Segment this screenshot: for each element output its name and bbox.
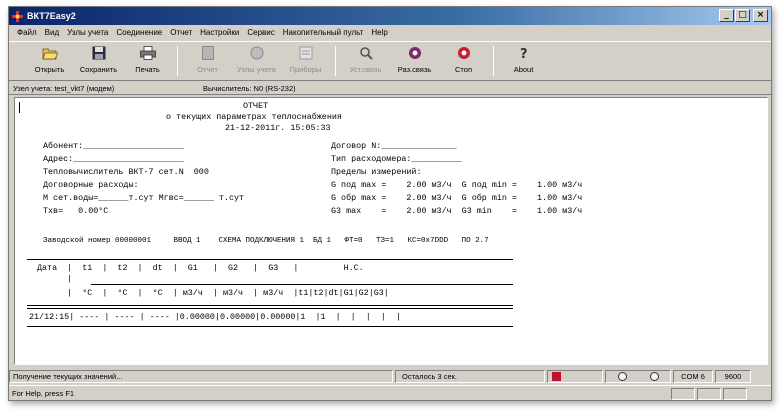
disconnect-button[interactable]: Раз.связь — [390, 42, 439, 74]
indicator-cell — [697, 387, 721, 400]
help-bar: For Help, press F1 — [9, 385, 771, 400]
menu-settings[interactable]: Настройки — [196, 28, 243, 37]
flowmeter-type-field: Тип расходомера:__________ — [331, 154, 462, 164]
menu-connection[interactable]: Соединение — [112, 28, 166, 37]
limits-heading: Пределы измерений: — [331, 167, 422, 177]
table-bottom-rule — [27, 326, 513, 327]
table-header-row: Дата | t1 | t2 | dt | G1 | G2 | G3 | Н.С… — [37, 263, 364, 273]
subscriber-field: Абонент:____________________ — [43, 141, 184, 151]
help-text: For Help, press F1 — [12, 389, 75, 398]
menu-service[interactable]: Сервис — [243, 28, 278, 37]
toolbar-separator — [335, 46, 336, 76]
folder-open-icon — [41, 45, 58, 61]
address-field: Адрес:______________________ — [43, 154, 184, 164]
error-indicator-icon — [552, 371, 561, 381]
g3-limits: G3 max = 2.00 м3/ч G3 min = 1.00 м3/ч — [331, 206, 583, 216]
devices-label: Приборы — [289, 65, 322, 74]
indicator-cell — [671, 387, 695, 400]
toolbar: Открыть Сохранить Печать Отчет Узлы учет… — [9, 41, 771, 81]
magnifier-icon — [358, 45, 374, 61]
cold-water-temp: Tхв= 0.00°C — [43, 206, 109, 216]
report-button[interactable]: Отчет — [183, 42, 232, 74]
connect-label: Уст.связь — [349, 65, 382, 74]
status-leds — [605, 369, 671, 383]
table-mid-rule — [91, 284, 513, 285]
status-message: Получение текущих значений... — [9, 369, 393, 383]
remaining-time: Осталось 3 сек. — [395, 369, 545, 383]
menu-help[interactable]: Help — [367, 28, 391, 37]
info-bar: Узел учета: test_vkt7 (модем) Вычислител… — [9, 82, 771, 95]
report-subtitle: о текущих параметрах теплоснабжения — [166, 112, 342, 122]
table-row: 21/12:15| ---- | ---- | ---- |0.00000|0.… — [29, 312, 401, 322]
contract-flows-heading: Договорные расходы: — [43, 180, 139, 190]
com-port: COM 6 — [673, 369, 713, 383]
close-button[interactable]: × — [753, 9, 768, 22]
table-header-bottom-rule-2 — [27, 308, 513, 309]
maximize-button[interactable]: □ — [735, 9, 750, 22]
rx-led-icon — [617, 371, 627, 381]
table-units-row: | °C | °C | °C | м3/ч | м3/ч | м3/ч |t1|… — [37, 288, 389, 298]
indicator-cell — [723, 387, 747, 400]
report-view[interactable]: ОТЧЕТ о текущих параметрах теплоснабжени… — [14, 97, 768, 365]
disconnect-label: Раз.связь — [397, 65, 432, 74]
stop-label: Стоп — [455, 65, 472, 74]
status-bar: Получение текущих значений... Осталось 3… — [9, 368, 771, 384]
status-indicator-panel — [547, 369, 603, 383]
menu-nodes[interactable]: Узлы учета — [63, 28, 112, 37]
menu-file[interactable]: Файл — [13, 28, 41, 37]
toolbar-separator — [177, 46, 178, 76]
nodes-label: Узлы учета — [237, 65, 276, 74]
devices-button[interactable]: Приборы — [281, 42, 330, 74]
title-bar: ВКТ7Easy2 _ □ × — [9, 7, 771, 25]
print-button[interactable]: Печать — [123, 42, 172, 74]
table-header-bottom-rule — [27, 305, 513, 306]
floppy-disk-icon — [91, 45, 107, 61]
contract-field: Договор N:_______________ — [331, 141, 457, 151]
report-title: ОТЧЕТ — [243, 101, 269, 111]
tx-led-icon — [649, 371, 659, 381]
print-label: Печать — [135, 65, 160, 74]
help-question-icon: ? — [516, 45, 532, 61]
menu-view[interactable]: Вид — [41, 28, 63, 37]
stop-icon — [456, 45, 472, 61]
table-header-spacer: | — [37, 274, 73, 284]
minimize-button[interactable]: _ — [719, 9, 734, 22]
node-info: Узел учета: test_vkt7 (модем) — [13, 83, 115, 93]
open-button[interactable]: Открыть — [25, 42, 74, 74]
device-info-line: Заводской номер 00000001 ВВОД 1 СХЕМА ПО… — [43, 237, 489, 245]
menu-accumulator[interactable]: Накопительный пульт — [279, 28, 368, 37]
text-cursor — [19, 102, 20, 113]
calculator-line: Тепловычислитель ВКТ-7 сет.N 000 — [43, 167, 209, 177]
window-title: ВКТ7Easy2 — [27, 11, 76, 21]
about-label: About — [513, 65, 534, 74]
baud-rate: 9600 — [715, 369, 751, 383]
table-top-rule — [27, 259, 513, 260]
calculator-info: Вычислитель: N0 (RS-232) — [203, 83, 296, 93]
report-label: Отчет — [197, 65, 218, 74]
devices-icon — [298, 45, 314, 61]
menu-bar: Файл Вид Узлы учета Соединение Отчет Нас… — [9, 25, 771, 40]
toolbar-separator — [493, 46, 494, 76]
nodes-button[interactable]: Узлы учета — [232, 42, 281, 74]
nodes-icon — [249, 45, 265, 61]
printer-icon — [139, 45, 156, 61]
menu-report[interactable]: Отчет — [166, 28, 196, 37]
g-supply-limits: G под max = 2.00 м3/ч G под min = 1.00 м… — [331, 180, 583, 190]
app-icon — [12, 10, 23, 22]
app-window: ВКТ7Easy2 _ □ × Файл Вид Узлы учета Соед… — [8, 6, 772, 401]
g-return-limits: G обр max = 2.00 м3/ч G обр min = 1.00 м… — [331, 193, 583, 203]
about-button[interactable]: ? About — [499, 42, 548, 74]
open-label: Открыть — [34, 65, 65, 74]
svg-text:?: ? — [520, 47, 528, 60]
report-datetime: 21-12-2011г. 15:05:33 — [225, 123, 331, 133]
save-button[interactable]: Сохранить — [74, 42, 123, 74]
disconnect-icon — [407, 45, 423, 61]
mass-line: M сет.воды=______т.сут Mгвс=______ т.сут — [43, 193, 245, 203]
save-label: Сохранить — [79, 65, 118, 74]
stop-button[interactable]: Стоп — [439, 42, 488, 74]
report-icon — [200, 45, 216, 61]
connect-button[interactable]: Уст.связь — [341, 42, 390, 74]
